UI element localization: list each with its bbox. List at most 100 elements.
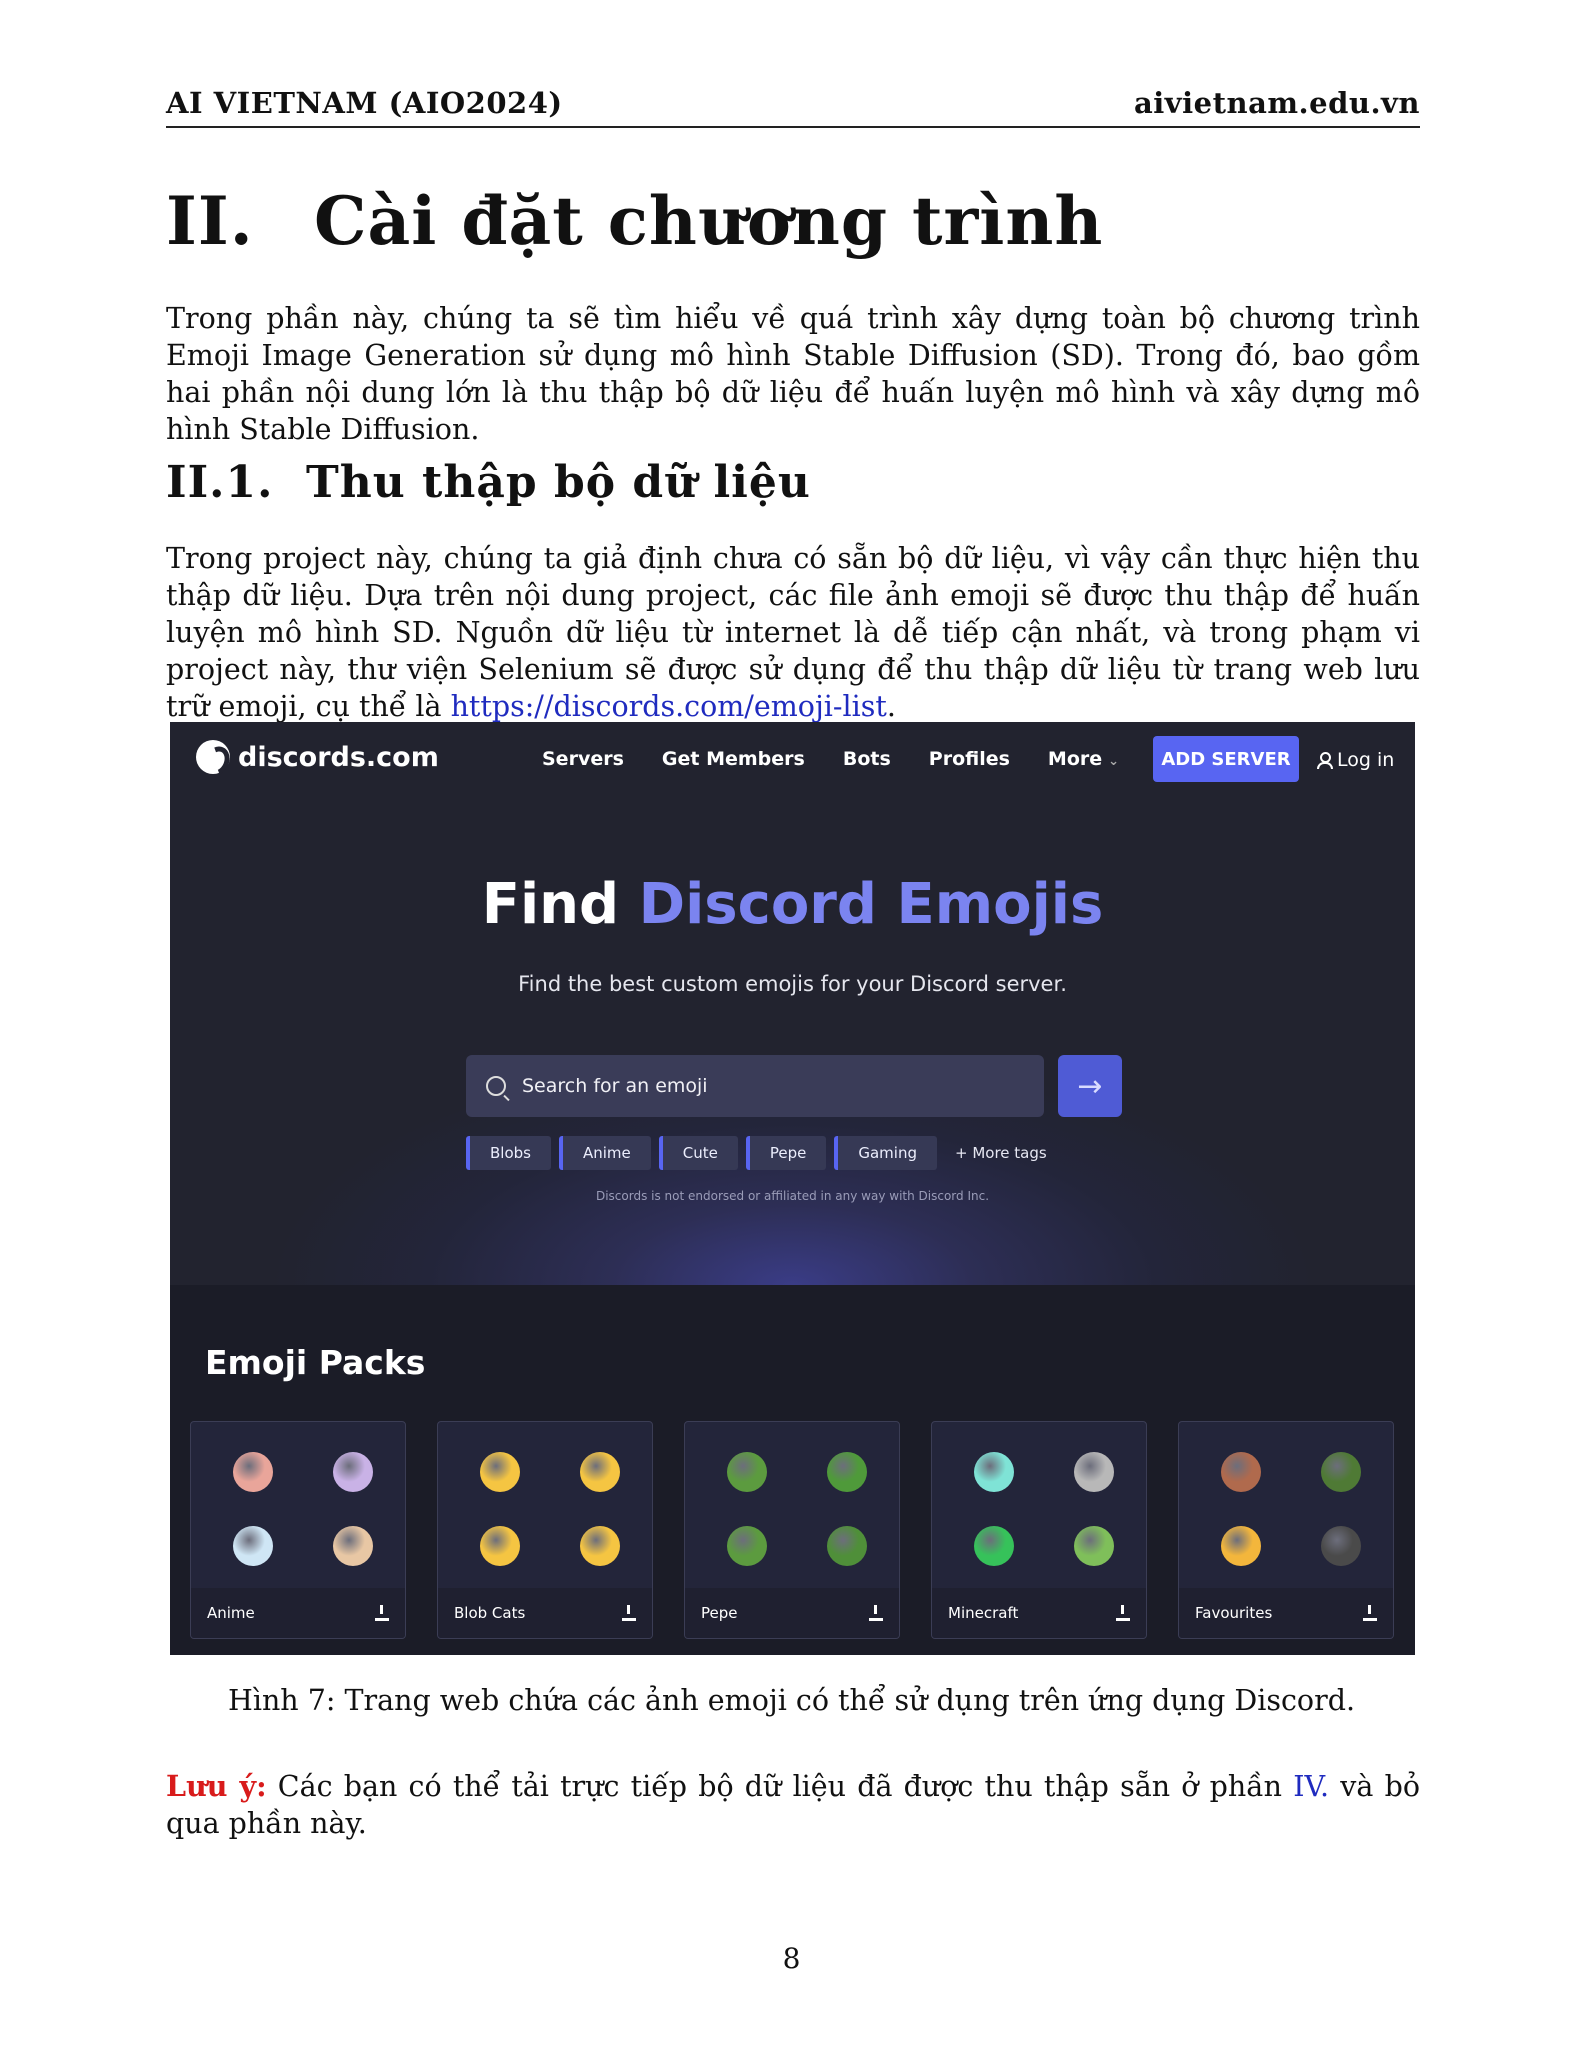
nav-servers[interactable]: Servers <box>542 748 624 770</box>
section-title: Cài đặt chương trình <box>314 182 1104 260</box>
download-icon[interactable] <box>869 1605 883 1621</box>
pack-name: Minecraft <box>948 1604 1019 1622</box>
pack-footer: Favourites <box>1179 1588 1393 1638</box>
emoji-packs-title: Emoji Packs <box>205 1343 426 1382</box>
header-left: AI VIETNAM (AIO2024) <box>166 86 563 120</box>
emoji-pack-card[interactable]: Anime <box>190 1421 406 1639</box>
emoji-thumbnail <box>1321 1526 1361 1566</box>
add-server-button[interactable]: ADD SERVER <box>1153 736 1299 782</box>
pack-footer: Blob Cats <box>438 1588 652 1638</box>
disclaimer: Discords is not endorsed or affiliated i… <box>595 1189 990 1203</box>
emoji-thumbnail <box>1074 1526 1114 1566</box>
emoji-thumbnail <box>827 1452 867 1492</box>
emoji-grid <box>952 1440 1126 1570</box>
emoji-thumbnail <box>233 1452 273 1492</box>
emoji-thumbnail <box>1321 1452 1361 1492</box>
hero-subtitle: Find the best custom emojis for your Dis… <box>518 972 1067 996</box>
pack-footer: Anime <box>191 1588 405 1638</box>
hero-title-white: Find <box>481 872 639 937</box>
website-screenshot: discords.com Servers Get Members Bots Pr… <box>170 722 1415 1655</box>
user-icon <box>1317 752 1333 769</box>
arrow-right-icon: → <box>1077 1068 1103 1104</box>
pack-name: Favourites <box>1195 1604 1273 1622</box>
search-input[interactable]: Search for an emoji <box>466 1055 1044 1117</box>
header-right: aivietnam.edu.vn <box>1133 86 1420 120</box>
nav-bar: Servers Get Members Bots Profiles More ⌄ <box>542 748 1119 770</box>
subsection-number: II.1. <box>166 457 274 508</box>
more-tags-link[interactable]: + More tags <box>955 1144 1047 1162</box>
logo-icon <box>196 740 230 774</box>
hero-section: discords.com Servers Get Members Bots Pr… <box>170 722 1415 1285</box>
emoji-thumbnail <box>974 1452 1014 1492</box>
running-header: AI VIETNAM (AIO2024) aivietnam.edu.vn <box>166 86 1420 128</box>
subsection-title: Thu thập bộ dữ liệu <box>306 457 811 508</box>
login-link[interactable]: Log in <box>1317 749 1394 771</box>
pack-name: Pepe <box>701 1604 738 1622</box>
figure-caption: Hình 7: Trang web chứa các ảnh emoji có … <box>227 1684 1356 1717</box>
emoji-thumbnail <box>480 1526 520 1566</box>
login-label: Log in <box>1337 749 1395 771</box>
pack-footer: Minecraft <box>932 1588 1146 1638</box>
download-icon[interactable] <box>1363 1605 1377 1621</box>
chevron-down-icon: ⌄ <box>1108 754 1120 769</box>
emoji-thumbnail <box>827 1526 867 1566</box>
logo-text: discords.com <box>238 741 439 773</box>
emoji-thumbnail <box>480 1452 520 1492</box>
emoji-pack-card[interactable]: Pepe <box>684 1421 900 1639</box>
note-text: Các bạn có thể tải trực tiếp bộ dữ liệu … <box>266 1770 1294 1803</box>
tag-cute[interactable]: Cute <box>658 1136 738 1170</box>
emoji-grid <box>705 1440 879 1570</box>
emoji-thumbnail <box>1221 1526 1261 1566</box>
nav-more[interactable]: More ⌄ <box>1048 748 1119 770</box>
body-end: . <box>886 690 896 723</box>
hero-title-accent: Discord Emojis <box>638 872 1104 937</box>
download-icon[interactable] <box>622 1605 636 1621</box>
emoji-thumbnail <box>580 1526 620 1566</box>
hero-title: Find Discord Emojis <box>170 872 1415 937</box>
tag-list: Blobs Anime Cute Pepe Gaming + More tags <box>466 1136 1047 1170</box>
intro-paragraph: Trong phần này, chúng ta sẽ tìm hiểu về … <box>166 302 1420 446</box>
nav-profiles[interactable]: Profiles <box>929 748 1010 770</box>
emoji-thumbnail <box>233 1526 273 1566</box>
tag-pepe[interactable]: Pepe <box>745 1136 827 1170</box>
download-icon[interactable] <box>1116 1605 1130 1621</box>
nav-get-members[interactable]: Get Members <box>662 748 805 770</box>
emoji-grid <box>211 1440 385 1570</box>
emoji-thumbnail <box>974 1526 1014 1566</box>
emoji-thumbnail <box>1074 1452 1114 1492</box>
page-number: 8 <box>782 1942 801 1975</box>
download-icon[interactable] <box>375 1605 389 1621</box>
tag-blobs[interactable]: Blobs <box>466 1136 551 1170</box>
section-heading: II. Cài đặt chương trình <box>166 182 1103 260</box>
section-iv-link[interactable]: IV. <box>1293 1770 1329 1803</box>
emoji-thumbnail <box>333 1526 373 1566</box>
emoji-thumbnail <box>580 1452 620 1492</box>
pack-name: Blob Cats <box>454 1604 526 1622</box>
body-paragraph: Trong project này, chúng ta giả định chư… <box>166 540 1420 725</box>
emoji-thumbnail <box>727 1452 767 1492</box>
emoji-pack-card[interactable]: Minecraft <box>931 1421 1147 1639</box>
nav-more-label: More <box>1047 748 1103 770</box>
search-placeholder: Search for an emoji <box>522 1075 708 1097</box>
emoji-pack-card[interactable]: Favourites <box>1178 1421 1394 1639</box>
emoji-thumbnail <box>1221 1452 1261 1492</box>
pack-name: Anime <box>207 1604 255 1622</box>
tag-gaming[interactable]: Gaming <box>834 1136 937 1170</box>
subsection-heading: II.1. Thu thập bộ dữ liệu <box>166 457 811 508</box>
emoji-list-link[interactable]: https://discords.com/emoji-list <box>451 690 887 723</box>
search-icon <box>486 1076 506 1096</box>
tag-anime[interactable]: Anime <box>558 1136 651 1170</box>
note-paragraph: Lưu ý: Các bạn có thể tải trực tiếp bộ d… <box>166 1768 1420 1842</box>
pack-footer: Pepe <box>685 1588 899 1638</box>
emoji-pack-card[interactable]: Blob Cats <box>437 1421 653 1639</box>
site-logo[interactable]: discords.com <box>196 740 439 774</box>
emoji-grid <box>458 1440 632 1570</box>
emoji-thumbnail <box>727 1526 767 1566</box>
emoji-packs-section: Emoji Packs Anime Blob Cats Pepe Minecraft F… <box>170 1285 1415 1655</box>
section-number: II. <box>166 182 254 260</box>
note-label: Lưu ý: <box>166 1769 267 1803</box>
nav-bots[interactable]: Bots <box>843 748 891 770</box>
emoji-thumbnail <box>333 1452 373 1492</box>
search-submit-button[interactable]: → <box>1058 1055 1122 1117</box>
emoji-grid <box>1199 1440 1373 1570</box>
